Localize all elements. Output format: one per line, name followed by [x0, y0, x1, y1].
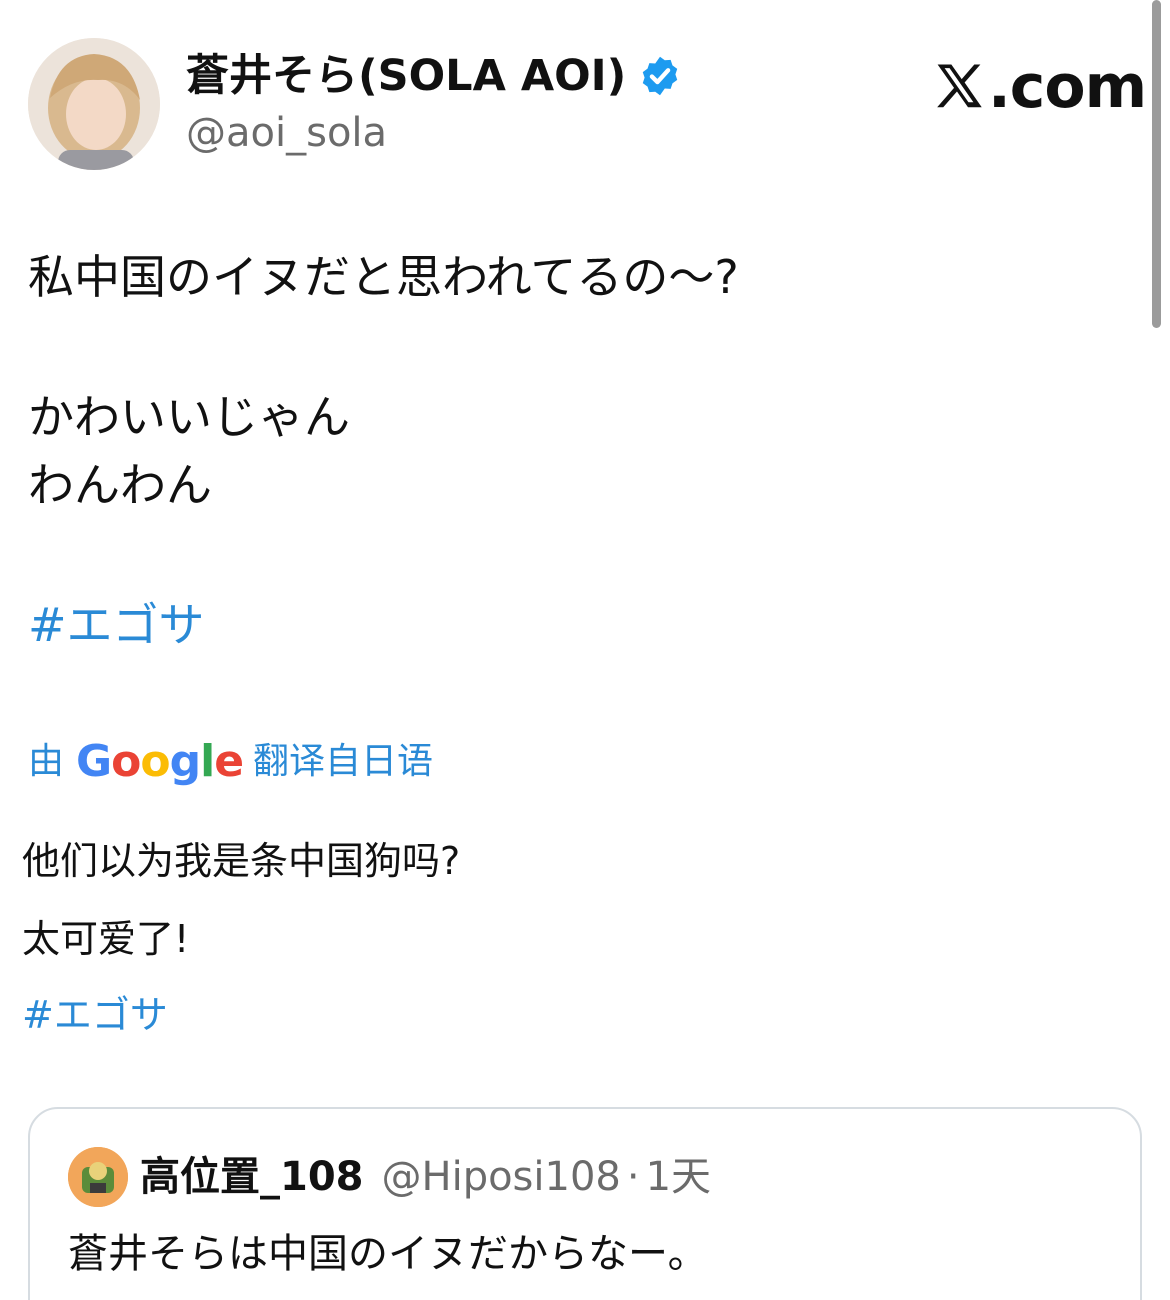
translated-by-google[interactable]: 由 Google 翻译自日语	[28, 734, 433, 790]
scrollbar[interactable]	[1152, 0, 1161, 328]
author-avatar[interactable]	[28, 38, 160, 170]
tweet-text-line-3: わんわん	[28, 458, 212, 512]
quoted-display-name[interactable]: 高位置_108	[140, 1149, 364, 1205]
quoted-tweet-card[interactable]: 高位置_108 @Hiposi108 · 1天 蒼井そらは中国のイヌだからなー。	[28, 1107, 1142, 1300]
author-display-name[interactable]: 蒼井そら(SOLA AOI)	[186, 48, 682, 104]
quoted-handle[interactable]: @Hiposi108	[382, 1149, 621, 1205]
author-handle[interactable]: @aoi_sola	[186, 108, 387, 158]
google-logo-icon: Google	[76, 736, 244, 787]
tweet-text-line-1: 私中国のイヌだと思われてるの～?	[28, 250, 739, 304]
verified-badge-icon	[638, 54, 682, 98]
tweet-text-line-2: かわいいじゃん	[28, 390, 350, 444]
quoted-tweet-text: 蒼井そらは中国のイヌだからなー。	[68, 1231, 708, 1277]
x-com-text: .com	[988, 52, 1147, 122]
author-name-text: 蒼井そら(SOLA AOI)	[186, 51, 627, 101]
translation-line-2: 太可爱了!	[22, 917, 190, 961]
quoted-tweet-header: 高位置_108 @Hiposi108 · 1天	[140, 1149, 711, 1205]
x-com-brand: .com	[932, 52, 1147, 122]
translated-by-prefix: 由	[28, 741, 65, 782]
quoted-timestamp[interactable]: 1天	[646, 1149, 711, 1205]
translation-hashtag-link[interactable]: #エゴサ	[22, 990, 168, 1040]
quoted-separator: ·	[626, 1154, 640, 1200]
tweet-hashtag-link[interactable]: #エゴサ	[28, 596, 205, 654]
translation-line-1: 他们以为我是条中国狗吗?	[22, 839, 461, 883]
quoted-author-avatar[interactable]	[68, 1147, 128, 1207]
translated-by-suffix: 翻译自日语	[253, 741, 434, 782]
x-logo-icon	[937, 64, 982, 108]
